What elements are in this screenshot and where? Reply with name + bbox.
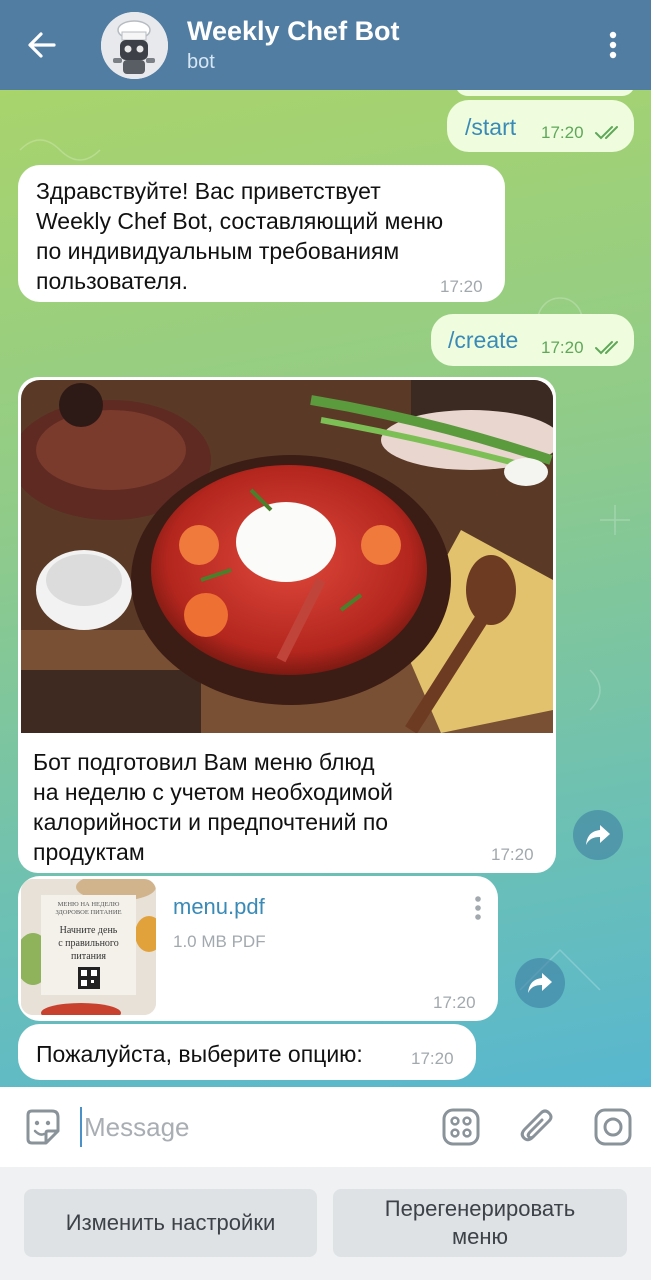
thumb-text: МЕНЮ НА НЕДЕЛЮ [58,901,120,908]
command-text[interactable]: /create [448,327,518,354]
chat-title[interactable]: Weekly Chef Bot [187,16,400,47]
borscht-photo[interactable] [21,380,553,733]
emoji-icon[interactable] [22,1107,62,1147]
thumb-text: Начните день [60,925,118,936]
caption-line: продуктам [33,839,145,865]
message-input[interactable] [80,1107,420,1147]
message-line: пользователя. [36,268,189,294]
share-button[interactable] [515,958,565,1008]
caption-line: Бот подготовил Вам меню блюд [33,749,375,775]
document-name[interactable]: menu.pdf [173,894,265,920]
message-line: по индивидуальным требованиям [36,238,400,264]
share-icon [528,973,552,993]
share-icon [586,825,610,845]
back-arrow-icon[interactable] [24,27,60,63]
message-line: Пожалуйста, выберите опцию: [36,1041,363,1067]
message-input-bar [0,1087,651,1167]
message-time: 17:20 [440,277,483,296]
chat-area[interactable]: /start 17:20 Здравствуйте! Вас приветств… [0,90,651,1087]
double-check-icon [595,126,618,140]
attach-icon[interactable] [518,1106,556,1146]
more-vertical-icon[interactable] [598,28,628,62]
more-vertical-icon[interactable] [470,894,486,922]
chat-subtitle: bot [187,51,215,73]
regenerate-menu-button[interactable]: Перегенерировать меню [333,1189,627,1257]
message-time: 17:20 [491,845,534,864]
document-thumbnail[interactable]: МЕНЮ НА НЕДЕЛЮ ЗДОРОВОЕ ПИТАНИЕ Начните … [21,879,156,1015]
document-size: 1.0 MB PDF [173,932,266,951]
bot-keyboard: Изменить настройки Перегенерировать меню [0,1167,651,1280]
bot-commands-icon[interactable] [442,1108,480,1146]
message-line: Weekly Chef Bot, составляющий меню [36,208,444,234]
chat-header: Weekly Chef Bot bot [0,0,651,90]
caption-line: на неделю с учетом необходимой [33,779,393,805]
message-time: 17:20 [411,1049,454,1068]
message-time: 17:20 [433,993,476,1012]
double-check-icon [595,341,618,355]
camera-icon[interactable] [594,1108,632,1146]
share-button[interactable] [573,810,623,860]
bot-avatar[interactable] [101,12,168,79]
message-time: 17:20 [541,338,584,357]
thumb-text: питания [71,951,106,962]
thumb-text: ЗДОРОВОЕ ПИТАНИЕ [55,909,121,916]
change-settings-button[interactable]: Изменить настройки [24,1189,317,1257]
thumb-text: с правильного [58,938,119,949]
caption-line: калорийности и предпочтений по [33,809,389,835]
previous-message-edge [455,90,635,96]
message-line: Здравствуйте! Вас приветствует [36,178,381,204]
message-time: 17:20 [541,123,584,142]
command-text[interactable]: /start [465,114,516,141]
